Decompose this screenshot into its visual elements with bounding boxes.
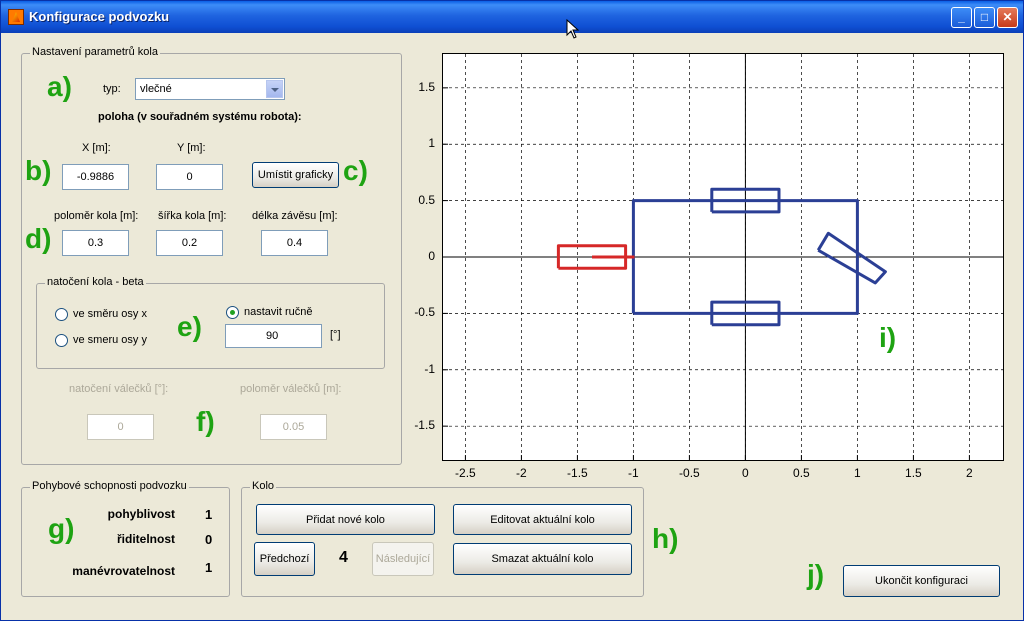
- x-tick-label: -0.5: [679, 466, 700, 480]
- wheel-params-title: Nastavení parametrů kola: [30, 46, 160, 58]
- maneuverability-value: 1: [205, 560, 213, 575]
- x-tick-label: 1.5: [905, 466, 922, 480]
- roller-rotation-input: [87, 414, 154, 440]
- roller-rotation-label: natočení válečků [°]:: [69, 383, 169, 395]
- rotation-group: natočení kola - beta: [36, 276, 385, 369]
- roller-radius-label: poloměr válečků [m]:: [240, 383, 342, 395]
- wheel-group-title: Kolo: [250, 480, 277, 492]
- chevron-down-icon[interactable]: [266, 80, 283, 98]
- x-label: X [m]:: [82, 142, 111, 154]
- rotation-group-title: natočení kola - beta: [45, 276, 146, 288]
- radius-input[interactable]: [62, 230, 129, 256]
- close-button[interactable]: ✕: [997, 7, 1018, 28]
- marker-b: b): [25, 155, 52, 186]
- steerability-label: řiditelnost: [116, 532, 175, 546]
- degree-unit: [°]: [330, 329, 341, 341]
- marker-d: d): [25, 223, 52, 254]
- title-bar[interactable]: Konfigurace podvozku _ □ ✕: [1, 1, 1023, 33]
- place-graphically-button[interactable]: Umístit graficky: [252, 162, 339, 188]
- marker-e: e): [177, 311, 202, 342]
- type-select-value: vlečné: [140, 83, 172, 95]
- x-tick-label: -1: [628, 466, 639, 480]
- radio-manual-label[interactable]: nastavit ručně: [244, 306, 312, 318]
- delete-wheel-button[interactable]: Smazat aktuální kolo: [453, 543, 632, 575]
- motion-group-title: Pohybové schopnosti podvozku: [30, 480, 189, 492]
- y-input[interactable]: [156, 164, 223, 190]
- maneuverability-label: manévrovatelnost: [72, 564, 175, 578]
- marker-j: j): [807, 559, 825, 590]
- window-title: Konfigurace podvozku: [29, 9, 170, 24]
- radio-y-axis[interactable]: [55, 334, 68, 347]
- y-tick-label: 1.5: [418, 79, 435, 94]
- x-tick-label: -2.5: [455, 466, 476, 480]
- y-label: Y [m]:: [177, 142, 206, 154]
- hinge-input[interactable]: [261, 230, 328, 256]
- mouse-cursor-icon: [566, 19, 580, 39]
- finish-configuration-button[interactable]: Ukončit konfiguraci: [843, 565, 1000, 597]
- main-window: Konfigurace podvozku _ □ ✕ Nastavení par…: [0, 0, 1024, 621]
- plot-canvas[interactable]: [443, 54, 1003, 460]
- mobility-label: pohyblivost: [107, 507, 175, 521]
- y-tick-label: 1: [428, 136, 435, 151]
- previous-wheel-button[interactable]: Předchozí: [254, 542, 315, 576]
- x-tick-label: -2: [516, 466, 527, 480]
- radio-x-label[interactable]: ve směru osy x: [73, 308, 147, 320]
- x-tick-label: 0.5: [793, 466, 810, 480]
- next-wheel-button: Následující: [372, 542, 434, 576]
- position-heading: poloha (v souřadném systému robota):: [98, 111, 302, 123]
- edit-wheel-button[interactable]: Editovat aktuální kolo: [453, 504, 632, 535]
- steerability-value: 0: [205, 532, 213, 547]
- matlab-icon: [8, 9, 24, 25]
- maximize-button[interactable]: □: [974, 7, 995, 28]
- x-input[interactable]: [62, 164, 129, 190]
- y-tick-label: 0: [428, 249, 435, 263]
- type-select[interactable]: vlečné: [135, 78, 285, 100]
- hinge-label: délka závěsu [m]:: [252, 210, 338, 222]
- marker-i: i): [879, 322, 897, 353]
- y-tick-label: -1: [424, 361, 435, 376]
- mobility-value: 1: [205, 507, 213, 522]
- y-tick-label: -1.5: [414, 418, 435, 433]
- wheel-right-shape[interactable]: [816, 231, 887, 285]
- minimize-button[interactable]: _: [951, 7, 972, 28]
- wheel-layout-plot[interactable]: [442, 53, 1004, 461]
- roller-radius-input: [260, 414, 327, 440]
- x-tick-label: 1: [854, 466, 861, 480]
- width-label: šířka kola [m]:: [158, 210, 227, 222]
- add-wheel-button[interactable]: Přidat nové kolo: [256, 504, 435, 535]
- marker-c: c): [343, 155, 368, 186]
- type-label: typ:: [103, 83, 121, 95]
- marker-h: h): [652, 523, 679, 554]
- radius-label: poloměr kola [m]:: [54, 210, 139, 222]
- y-tick-label: 0.5: [418, 192, 435, 207]
- width-input[interactable]: [156, 230, 223, 256]
- radio-manual[interactable]: [226, 306, 239, 319]
- x-tick-label: 2: [966, 466, 973, 480]
- y-tick-label: -0.5: [414, 305, 435, 320]
- x-tick-label: -1.5: [567, 466, 588, 480]
- marker-a: a): [47, 71, 72, 102]
- radio-y-label[interactable]: ve smeru osy y: [73, 334, 147, 346]
- marker-f: f): [196, 406, 215, 437]
- current-wheel-index: 4: [339, 549, 348, 566]
- radio-x-axis[interactable]: [55, 308, 68, 321]
- manual-angle-input[interactable]: [225, 324, 322, 348]
- x-tick-label: 0: [742, 466, 749, 480]
